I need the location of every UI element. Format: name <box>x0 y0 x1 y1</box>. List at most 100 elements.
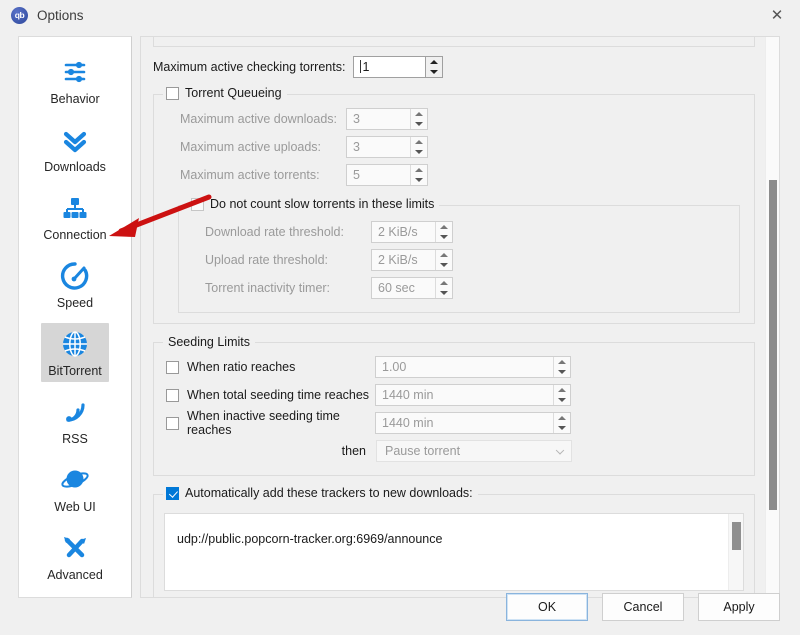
upload-threshold-spinbox[interactable]: 2 KiB/s <box>371 249 453 271</box>
inactivity-timer-spinbox[interactable]: 60 sec <box>371 277 453 299</box>
main-scrollbar[interactable] <box>765 37 779 597</box>
close-icon[interactable]: ✕ <box>754 0 800 30</box>
sidebar-item-webui[interactable]: Web UI <box>19 455 131 523</box>
max-checking-value[interactable]: 1 <box>354 57 425 77</box>
sidebar-item-bittorrent[interactable]: BitTorrent <box>19 319 131 387</box>
torrent-queueing-checkbox-row[interactable]: Torrent Queueing <box>163 86 287 100</box>
settings-sidebar[interactable]: Behavior Downloads Connection Speed BitT… <box>18 36 132 598</box>
sidebar-item-downloads[interactable]: Downloads <box>19 115 131 183</box>
spinner-up-icon[interactable] <box>554 385 570 395</box>
spinner-down-icon[interactable] <box>411 175 427 185</box>
spinner-down-icon[interactable] <box>554 395 570 405</box>
ok-button[interactable]: OK <box>506 593 588 621</box>
max-torrents-row: Maximum active torrents: 5 <box>166 161 742 189</box>
ratio-limit-row: When ratio reaches 1.00 <box>166 353 742 381</box>
torrent-queueing-label: Torrent Queueing <box>185 86 282 100</box>
spinner-up-icon[interactable] <box>436 278 452 288</box>
sidebar-item-label: BitTorrent <box>48 364 102 378</box>
apply-button[interactable]: Apply <box>698 593 780 621</box>
max-torrents-value: 5 <box>353 167 360 182</box>
inactive-seeding-time-spinbox[interactable]: 1440 min <box>375 412 571 434</box>
max-uploads-spinbox[interactable]: 3 <box>346 136 428 158</box>
spinner-buttons[interactable] <box>435 222 452 242</box>
spinner-buttons[interactable] <box>553 385 570 405</box>
download-threshold-label: Download rate threshold: <box>205 225 344 239</box>
max-torrents-label: Maximum active torrents: <box>180 168 320 182</box>
dialog-body: Behavior Downloads Connection Speed BitT… <box>0 30 800 635</box>
globe-icon <box>58 327 92 361</box>
upload-threshold-label: Upload rate threshold: <box>205 253 328 267</box>
slow-torrents-checkbox-row[interactable]: Do not count slow torrents in these limi… <box>188 197 440 211</box>
spinner-up-icon[interactable] <box>554 413 570 423</box>
tools-icon <box>58 531 92 565</box>
trackers-textarea[interactable]: udp://public.popcorn-tracker.org:6969/an… <box>164 513 744 591</box>
spinner-buttons[interactable] <box>410 137 427 157</box>
spinner-buttons[interactable] <box>410 165 427 185</box>
spinner-down-icon[interactable] <box>554 423 570 433</box>
auto-trackers-checkbox[interactable] <box>166 486 179 500</box>
spinner-down-icon[interactable] <box>436 288 452 298</box>
then-action-value: Pause torrent <box>385 444 461 458</box>
sidebar-item-rss[interactable]: RSS <box>19 387 131 455</box>
total-seeding-time-spinbox[interactable]: 1440 min <box>375 384 571 406</box>
spinner-buttons[interactable] <box>553 413 570 433</box>
max-downloads-spinbox[interactable]: 3 <box>346 108 428 130</box>
spinner-up-icon[interactable] <box>426 57 442 67</box>
scrolled-group-remnant <box>153 37 755 47</box>
trackers-scrollbar[interactable] <box>728 514 743 590</box>
download-threshold-row: Download rate threshold: 2 KiB/s <box>191 218 727 246</box>
chevron-down-icon <box>555 446 565 455</box>
window-title: Options <box>37 7 84 23</box>
inactive-seeding-time-value: 1440 min <box>382 415 434 430</box>
spinner-up-icon[interactable] <box>436 250 452 260</box>
spinner-buttons[interactable] <box>435 250 452 270</box>
spinner-up-icon[interactable] <box>411 165 427 175</box>
cancel-button[interactable]: Cancel <box>602 593 684 621</box>
ratio-limit-checkbox[interactable] <box>166 360 179 374</box>
spinner-buttons[interactable] <box>410 109 427 129</box>
rss-icon <box>58 395 92 429</box>
max-downloads-row: Maximum active downloads: 3 <box>166 105 742 133</box>
seeding-limits-title: Seeding Limits <box>163 335 255 349</box>
spinner-down-icon[interactable] <box>554 367 570 377</box>
spinner-buttons[interactable] <box>553 357 570 377</box>
slow-torrents-label: Do not count slow torrents in these limi… <box>210 197 435 211</box>
ratio-limit-spinbox[interactable]: 1.00 <box>375 356 571 378</box>
then-action-dropdown[interactable]: Pause torrent <box>376 440 572 462</box>
spinner-down-icon[interactable] <box>436 260 452 270</box>
slow-torrents-checkbox[interactable] <box>191 197 204 211</box>
torrent-queueing-group: Torrent Queueing Maximum active download… <box>153 86 755 324</box>
sidebar-item-label: Behavior <box>50 92 100 106</box>
ratio-limit-label: When ratio reaches <box>187 360 296 374</box>
spinner-up-icon[interactable] <box>554 357 570 367</box>
spinner-buttons[interactable] <box>425 57 443 77</box>
spinner-down-icon[interactable] <box>411 147 427 157</box>
inactive-seeding-time-checkbox[interactable] <box>166 416 179 430</box>
max-checking-spinbox[interactable]: 1 <box>353 56 444 78</box>
max-torrents-spinbox[interactable]: 5 <box>346 164 428 186</box>
max-downloads-label: Maximum active downloads: <box>180 112 338 126</box>
sidebar-item-speed[interactable]: Speed <box>19 251 131 319</box>
spinner-up-icon[interactable] <box>411 109 427 119</box>
dialog-button-bar: OK Cancel Apply <box>506 593 780 621</box>
sidebar-item-connection[interactable]: Connection <box>19 183 131 251</box>
spinner-buttons[interactable] <box>435 278 452 298</box>
auto-trackers-group: Automatically add these trackers to new … <box>153 486 755 597</box>
spinner-down-icon[interactable] <box>426 67 442 77</box>
spinner-up-icon[interactable] <box>436 222 452 232</box>
ratio-limit-value: 1.00 <box>382 359 407 374</box>
auto-trackers-checkbox-row[interactable]: Automatically add these trackers to new … <box>163 486 478 500</box>
torrent-queueing-checkbox[interactable] <box>166 86 179 100</box>
download-threshold-spinbox[interactable]: 2 KiB/s <box>371 221 453 243</box>
trackers-text[interactable]: udp://public.popcorn-tracker.org:6969/an… <box>165 514 743 590</box>
max-downloads-value: 3 <box>353 111 360 126</box>
slow-torrents-group: Do not count slow torrents in these limi… <box>178 197 740 313</box>
spinner-down-icon[interactable] <box>436 232 452 242</box>
trackers-scrollbar-thumb[interactable] <box>732 522 741 550</box>
spinner-down-icon[interactable] <box>411 119 427 129</box>
total-seeding-time-checkbox[interactable] <box>166 388 179 402</box>
main-scrollbar-thumb[interactable] <box>769 180 777 510</box>
sidebar-item-advanced[interactable]: Advanced <box>19 523 131 591</box>
sidebar-item-behavior[interactable]: Behavior <box>19 47 131 115</box>
spinner-up-icon[interactable] <box>411 137 427 147</box>
